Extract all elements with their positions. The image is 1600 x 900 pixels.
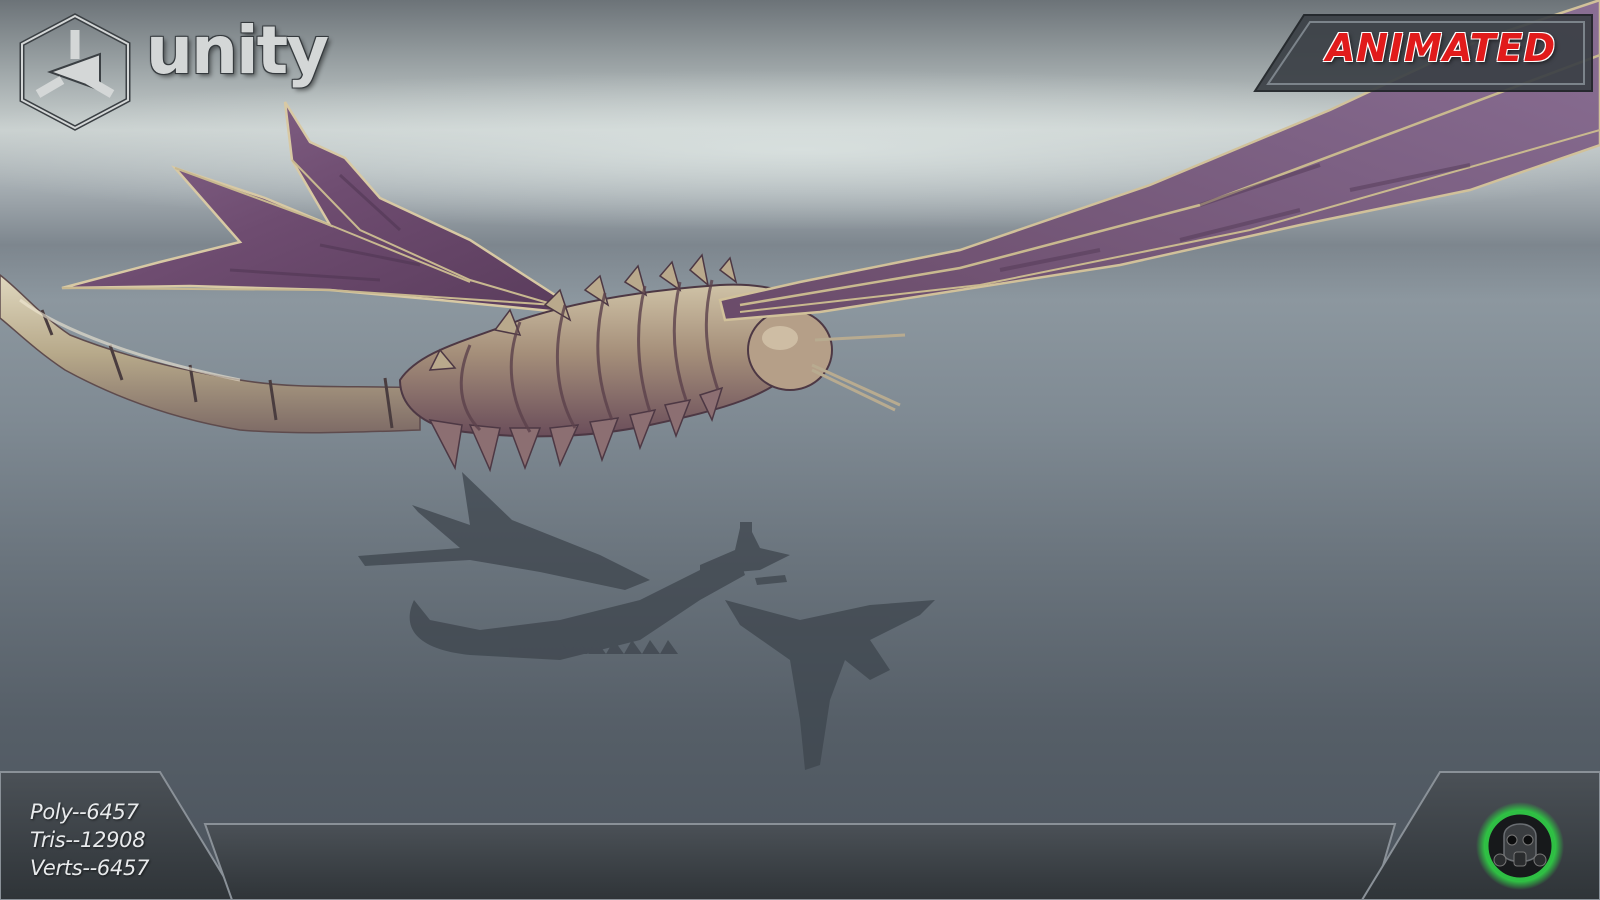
poly-count: Poly--6457: [30, 800, 139, 824]
creature-scene: [0, 0, 1600, 900]
unity-wordmark: unity: [146, 12, 329, 89]
animated-badge-label: ANIMATED: [1325, 26, 1557, 70]
unity-cube-icon: [19, 13, 131, 131]
viewport: unity ANIMATED Poly--6457 Tris--12908 Ve…: [0, 0, 1600, 900]
creature-tail: [0, 274, 421, 434]
tris-count: Tris--12908: [30, 828, 146, 852]
gas-mask-icon: [1476, 802, 1564, 890]
bottom-bar-frame: [0, 771, 1600, 900]
left-wing: [61, 101, 562, 314]
model-stats-panel: Poly--6457 Tris--12908 Verts--6457: [30, 798, 180, 882]
verts-count: Verts--6457: [30, 856, 150, 880]
creature-shadow: [358, 472, 935, 770]
